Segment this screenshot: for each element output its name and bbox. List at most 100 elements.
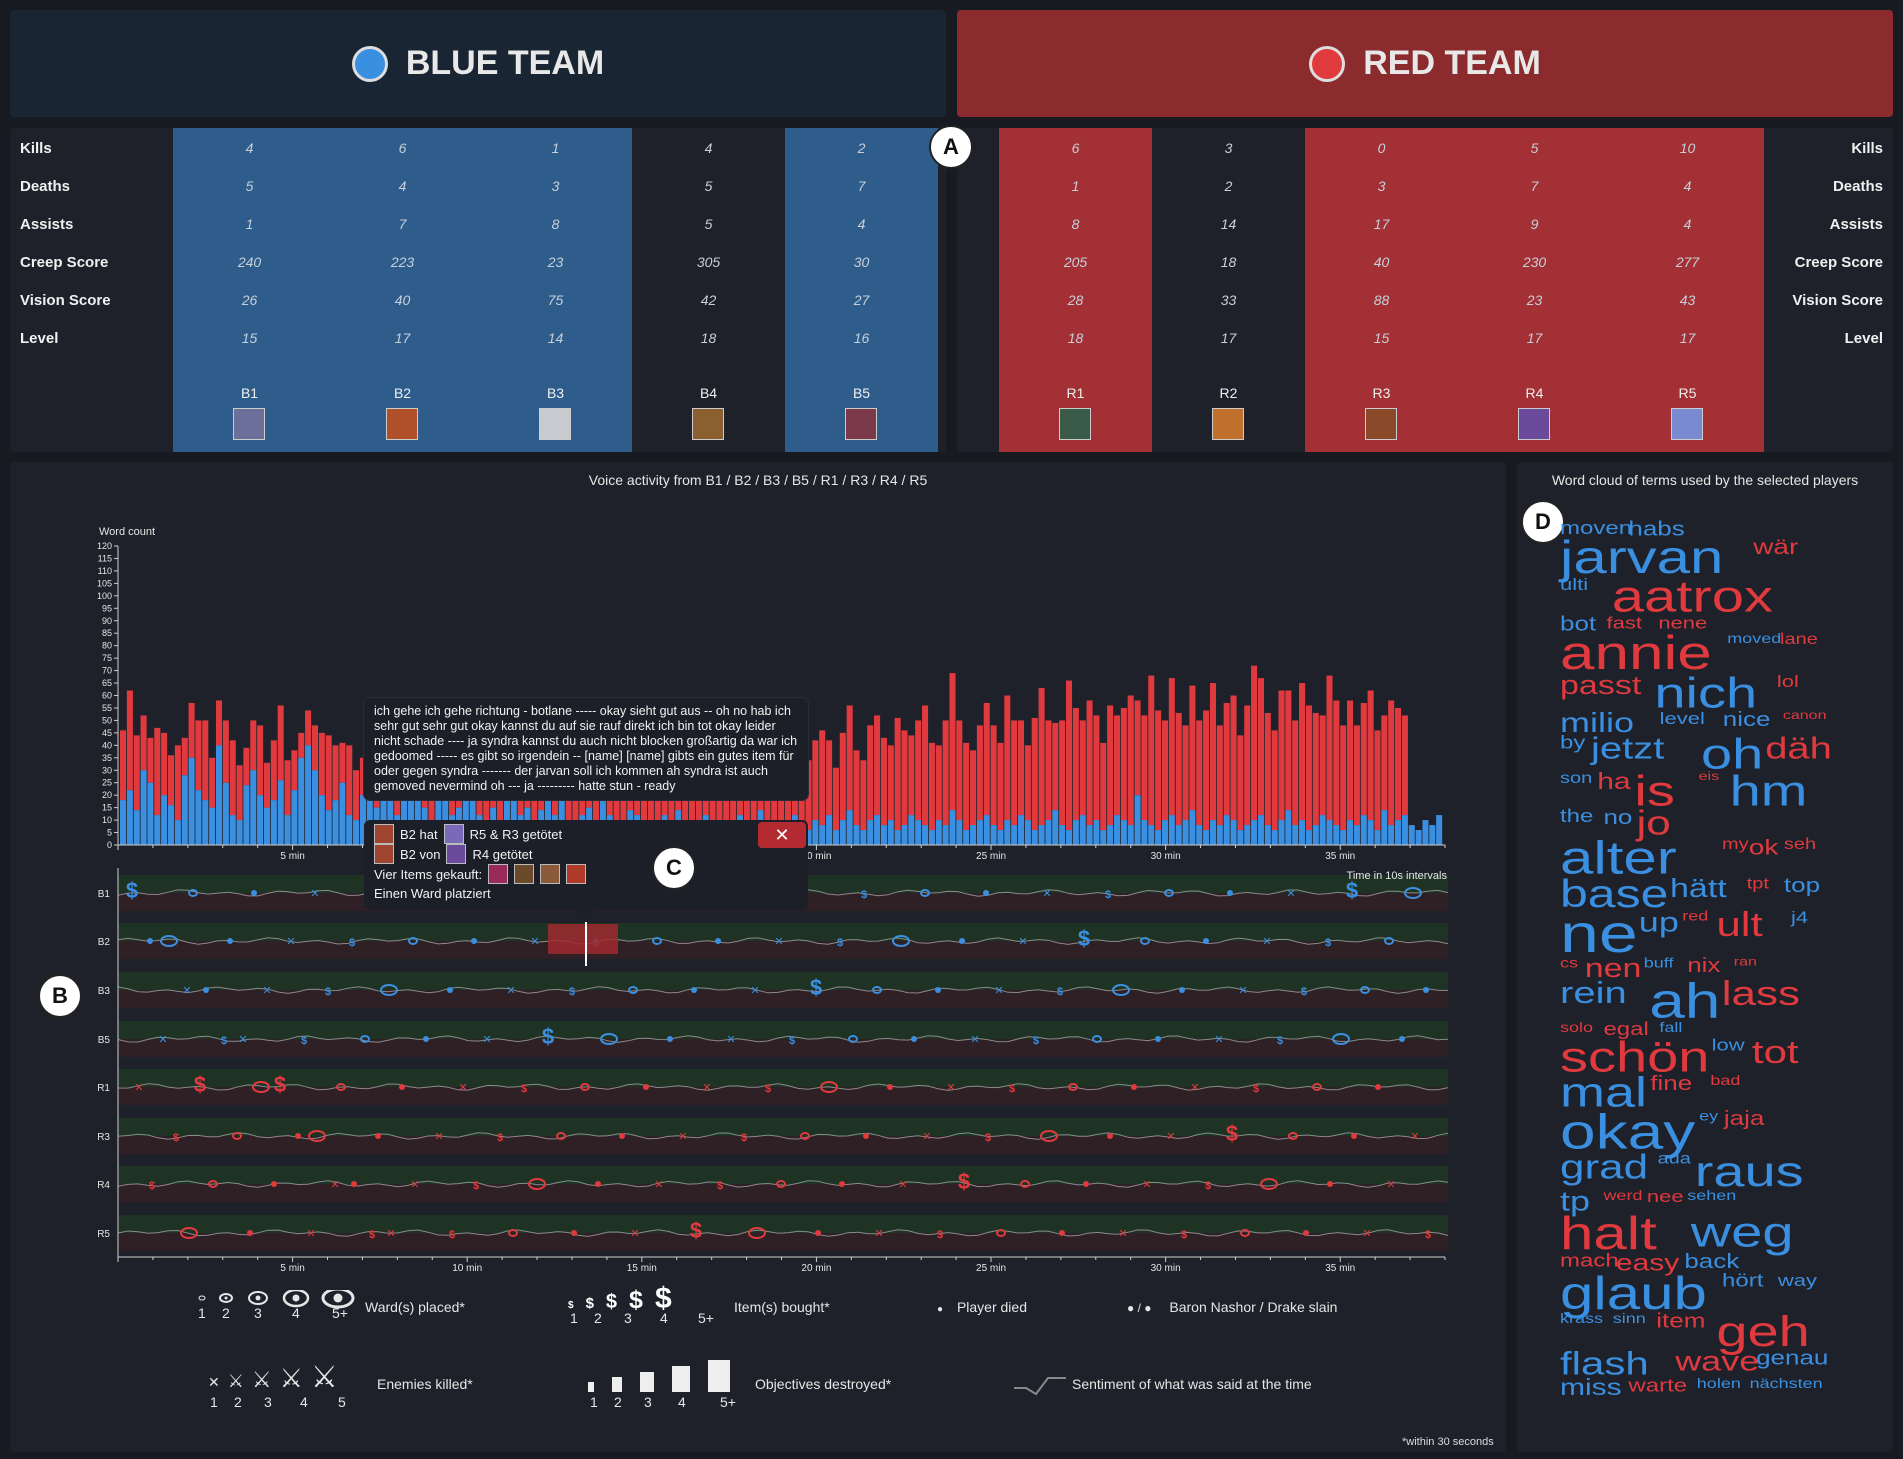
- word-cloud-term[interactable]: my: [1722, 837, 1749, 852]
- stat-value: 5: [1530, 140, 1539, 156]
- champion-portrait-icon: [692, 408, 724, 440]
- word-cloud-term[interactable]: miss: [1560, 1376, 1622, 1399]
- red-team-stats-table: Kills Deaths Assists Creep Score Vision Scor…: [957, 128, 1893, 452]
- word-cloud-term[interactable]: nice: [1723, 709, 1771, 729]
- word-cloud-term[interactable]: weg: [1691, 1210, 1794, 1253]
- stat-value: 6: [398, 140, 407, 156]
- word-cloud-term[interactable]: sehen: [1687, 1188, 1736, 1202]
- word-cloud-term[interactable]: nee: [1647, 1188, 1684, 1205]
- word-cloud-term[interactable]: genau: [1756, 1348, 1828, 1368]
- word-cloud-term[interactable]: eis: [1699, 770, 1719, 783]
- player-column-r1[interactable]: 6 1 8 205 28 18 R1: [999, 128, 1152, 452]
- player-column-r4[interactable]: 5 7 9 230 23 17 R4: [1458, 128, 1611, 452]
- word-cloud-term[interactable]: wär: [1753, 536, 1798, 558]
- word-cloud-term[interactable]: jetzt: [1591, 733, 1664, 764]
- player-column-b2[interactable]: 6 4 7 223 40 17 B2: [326, 128, 479, 452]
- word-cloud-term[interactable]: level: [1660, 709, 1705, 726]
- player-column-r2[interactable]: 3 2 14 18 33 17 R2: [1152, 128, 1305, 452]
- word-cloud-term[interactable]: hätt: [1670, 876, 1727, 902]
- player-column-b4[interactable]: 4 5 5 305 42 18 B4: [632, 128, 785, 452]
- word-cloud-term[interactable]: aatrox: [1612, 574, 1773, 619]
- stat-value: 3: [551, 178, 560, 194]
- word-cloud-term[interactable]: up: [1639, 908, 1679, 936]
- word-cloud-term[interactable]: flash: [1560, 1347, 1649, 1379]
- word-cloud-term[interactable]: nich: [1654, 671, 1757, 714]
- word-cloud-term[interactable]: item: [1656, 1311, 1705, 1331]
- stat-label: Vision Score: [20, 292, 111, 309]
- stat-value: 2: [857, 140, 866, 156]
- word-cloud-term[interactable]: hört: [1722, 1272, 1763, 1290]
- word-cloud-term[interactable]: cs: [1560, 956, 1578, 970]
- word-cloud-term[interactable]: lass: [1722, 977, 1800, 1010]
- word-cloud-term[interactable]: grad: [1560, 1150, 1648, 1183]
- word-cloud-term[interactable]: raus: [1695, 1149, 1804, 1192]
- word-cloud-term[interactable]: lane: [1780, 632, 1818, 647]
- word-cloud-term[interactable]: ey: [1699, 1109, 1718, 1123]
- champion-portrait-icon: [233, 408, 265, 440]
- word-cloud-term[interactable]: nächsten: [1750, 1376, 1823, 1390]
- word-cloud-term[interactable]: glaub: [1560, 1270, 1707, 1316]
- stat-value: 17: [1679, 330, 1696, 346]
- player-column-b1[interactable]: 4 5 1 240 26 15 B1: [173, 128, 326, 452]
- word-cloud-term[interactable]: moved: [1727, 632, 1781, 646]
- player-column-b5[interactable]: 2 7 4 30 27 16 B5: [785, 128, 938, 452]
- word-cloud-term[interactable]: ulti: [1560, 576, 1588, 593]
- word-cloud-term[interactable]: aua: [1658, 1151, 1691, 1166]
- item-icon: [566, 864, 587, 884]
- word-cloud-term[interactable]: wave: [1675, 1347, 1759, 1375]
- word-cloud-term[interactable]: hm: [1730, 768, 1808, 811]
- word-cloud-term[interactable]: buff: [1644, 956, 1674, 970]
- stat-value: 17: [1526, 330, 1543, 346]
- word-cloud-term[interactable]: the: [1560, 807, 1593, 825]
- word-cloud-term[interactable]: ran: [1734, 955, 1757, 968]
- word-cloud-term[interactable]: sinn: [1613, 1311, 1646, 1325]
- word-cloud-term[interactable]: werd: [1603, 1188, 1642, 1202]
- word-cloud-term[interactable]: krass: [1560, 1311, 1603, 1325]
- word-cloud-term[interactable]: warte: [1628, 1376, 1687, 1394]
- legend-died: ● Player died: [937, 1299, 1027, 1315]
- word-cloud-term[interactable]: tot: [1752, 1035, 1799, 1067]
- word-cloud-term[interactable]: ha: [1597, 770, 1630, 793]
- stat-value: 75: [547, 292, 564, 308]
- event2-b: R4 getötet: [472, 846, 533, 862]
- word-cloud-term[interactable]: j4: [1791, 909, 1808, 926]
- player-column-b3[interactable]: 1 3 8 23 75 14 B3: [479, 128, 632, 452]
- word-cloud-term[interactable]: seh: [1784, 837, 1816, 852]
- stat-value: 15: [241, 330, 258, 346]
- close-tooltip-button[interactable]: ✕: [758, 822, 806, 848]
- word-cloud-term[interactable]: no: [1603, 807, 1632, 827]
- player-column-r3[interactable]: 0 3 17 40 88 15 R3: [1305, 128, 1458, 452]
- word-cloud-term[interactable]: däh: [1765, 733, 1832, 764]
- event4-text: Einen Ward platziert: [374, 886, 491, 901]
- player-column-r5[interactable]: 10 4 4 277 43 17 R5: [1611, 128, 1764, 452]
- word-cloud-term[interactable]: way: [1778, 1272, 1817, 1289]
- legend-objectives-label: Objectives destroyed*: [755, 1376, 892, 1392]
- word-cloud-term[interactable]: ult: [1716, 908, 1762, 941]
- word-cloud-term[interactable]: halt: [1560, 1210, 1657, 1256]
- word-cloud-term[interactable]: top: [1784, 875, 1820, 895]
- word-cloud-term[interactable]: holen: [1697, 1376, 1741, 1390]
- word-cloud-term[interactable]: lol: [1777, 672, 1799, 689]
- word-cloud-term[interactable]: bad: [1710, 1073, 1740, 1087]
- word-cloud-term[interactable]: passt: [1560, 672, 1641, 698]
- word-cloud: moven habs jarvan wär ulti aatrox bot fast nene a…: [1560, 518, 1832, 1399]
- word-cloud-term[interactable]: nix: [1687, 955, 1720, 975]
- blue-team-header[interactable]: BLUE TEAM: [10, 10, 946, 117]
- word-cloud-term[interactable]: son: [1560, 771, 1592, 786]
- stat-label: Kills: [20, 140, 52, 157]
- word-cloud-term[interactable]: ne: [1560, 907, 1638, 961]
- word-cloud-term[interactable]: ok: [1749, 836, 1779, 858]
- stat-value: 7: [857, 178, 866, 194]
- word-cloud-term[interactable]: ah: [1649, 976, 1720, 1025]
- count-label: 1: [198, 1305, 206, 1321]
- red-team-header[interactable]: RED TEAM: [957, 10, 1893, 117]
- word-cloud-term[interactable]: tpt: [1747, 876, 1769, 891]
- player-name: B1: [240, 385, 259, 401]
- word-cloud-term[interactable]: fine: [1650, 1072, 1692, 1092]
- word-cloud-term[interactable]: rein: [1560, 977, 1627, 1008]
- word-cloud-term[interactable]: red: [1682, 909, 1708, 923]
- word-cloud-term[interactable]: canon: [1783, 709, 1827, 722]
- word-cloud-term[interactable]: by: [1560, 733, 1585, 751]
- word-cloud-term[interactable]: low: [1712, 1036, 1745, 1053]
- word-cloud-term[interactable]: jaja: [1724, 1108, 1764, 1128]
